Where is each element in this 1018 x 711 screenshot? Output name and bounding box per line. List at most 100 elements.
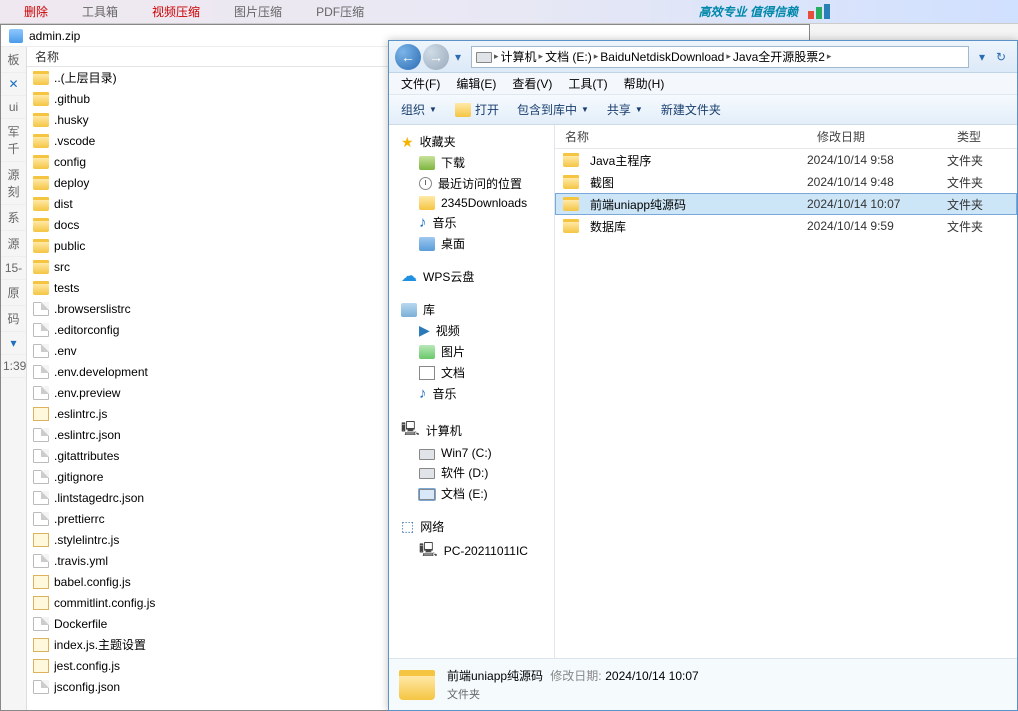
- nav-libraries[interactable]: 库: [389, 299, 554, 320]
- file-icon: [33, 428, 49, 442]
- nav-recent[interactable]: 最近访问的位置: [389, 173, 554, 194]
- computer-icon: 🖳: [401, 418, 420, 442]
- nav-2345[interactable]: 2345Downloads: [389, 194, 554, 212]
- nav-desktop[interactable]: 桌面: [389, 233, 554, 254]
- folder-icon: [33, 218, 49, 232]
- folder-icon: [33, 155, 49, 169]
- folder-icon: [33, 281, 49, 295]
- folder-icon: [33, 71, 49, 85]
- folder-icon: [419, 196, 435, 210]
- navigation-pane: ★收藏夹 下载 最近访问的位置 2345Downloads ♪音乐 桌面 ☁WP…: [389, 125, 555, 658]
- nav-pictures[interactable]: 图片: [389, 341, 554, 362]
- drive-icon: [419, 449, 435, 460]
- background-app-toolbar: 删除 工具箱 视频压缩 图片压缩 PDF压缩 高效专业 值得信赖: [0, 0, 1018, 24]
- tagline: 高效专业 值得信赖: [699, 3, 798, 20]
- folder-row[interactable]: 前端uniapp纯源码 2024/10/14 10:07文件夹: [555, 193, 1017, 215]
- nav-drive-e[interactable]: 文档 (E:): [389, 483, 554, 504]
- folder-type: 文件夹: [947, 196, 1017, 213]
- folder-type: 文件夹: [947, 218, 1017, 235]
- file-icon: [33, 617, 49, 631]
- open-button[interactable]: 打开: [455, 101, 499, 118]
- folder-icon: [33, 260, 49, 274]
- menu-help[interactable]: 帮助(H): [624, 75, 665, 92]
- details-pane: 前端uniapp纯源码 修改日期: 2024/10/14 10:07 文件夹: [389, 658, 1017, 710]
- nav-drive-c[interactable]: Win7 (C:): [389, 444, 554, 462]
- folder-name: 前端uniapp纯源码: [590, 196, 686, 213]
- file-icon: [33, 491, 49, 505]
- nav-music[interactable]: ♪音乐: [389, 212, 554, 233]
- folder-icon: [33, 176, 49, 190]
- folder-name: Java主程序: [590, 152, 651, 169]
- zip-icon: [9, 29, 23, 43]
- breadcrumb-seg: BaiduNetdiskDownload▸: [600, 50, 731, 64]
- forward-button[interactable]: →: [423, 44, 449, 70]
- archive-left-strip: 板 ✕ ui 军千 源刻 系 源 15- 原 码 ▾ 1:39: [1, 47, 27, 710]
- toolbar-toolbox[interactable]: 工具箱: [82, 3, 118, 20]
- nav-network[interactable]: ⬚网络: [389, 516, 554, 537]
- folder-icon: [563, 175, 579, 189]
- folder-date: 2024/10/14 10:07: [807, 197, 947, 211]
- folder-row[interactable]: Java主程序2024/10/14 9:58文件夹: [555, 149, 1017, 171]
- folder-icon: [563, 219, 579, 233]
- content-pane: 名称 修改日期 类型 Java主程序2024/10/14 9:58文件夹截图20…: [555, 125, 1017, 658]
- toolbar-image[interactable]: 图片压缩: [234, 3, 282, 20]
- col-type[interactable]: 类型: [947, 128, 1017, 145]
- menu-tools[interactable]: 工具(T): [568, 75, 607, 92]
- picture-icon: [419, 345, 435, 359]
- js-icon: [33, 575, 49, 589]
- toolbar-pdf[interactable]: PDF压缩: [316, 3, 364, 20]
- toolbar-video[interactable]: 视频压缩: [152, 3, 200, 20]
- star-icon: ★: [401, 135, 414, 149]
- nav-favorites[interactable]: ★收藏夹: [389, 131, 554, 152]
- share-button[interactable]: 共享▼: [607, 101, 643, 118]
- refresh-button[interactable]: ↻: [991, 50, 1011, 64]
- cloud-icon: ☁: [401, 271, 417, 283]
- nav-history-dropdown[interactable]: ▾: [451, 50, 465, 64]
- archive-title-text: admin.zip: [29, 29, 80, 43]
- file-icon: [33, 344, 49, 358]
- nav-computer[interactable]: 🖳计算机: [389, 416, 554, 444]
- folder-row[interactable]: 截图2024/10/14 9:48文件夹: [555, 171, 1017, 193]
- folder-name: 数据库: [590, 218, 626, 235]
- folder-icon: [33, 197, 49, 211]
- nav-pc[interactable]: 🖳PC-20211011IC: [389, 537, 554, 565]
- drive-icon: [476, 52, 492, 63]
- newfolder-button[interactable]: 新建文件夹: [661, 101, 721, 118]
- computer-icon: 🖳: [419, 539, 438, 563]
- nav-drive-d[interactable]: 软件 (D:): [389, 462, 554, 483]
- breadcrumb-seg: 计算机▸: [501, 48, 544, 65]
- toolbar-delete[interactable]: 删除: [24, 3, 48, 20]
- video-icon: ▶: [419, 322, 430, 339]
- organize-button[interactable]: 组织▼: [401, 101, 437, 118]
- folder-row[interactable]: 数据库 2024/10/14 9:59文件夹: [555, 215, 1017, 237]
- back-button[interactable]: ←: [395, 44, 421, 70]
- music-icon: ♪: [419, 217, 427, 229]
- folder-icon: [33, 239, 49, 253]
- document-icon: [419, 366, 435, 380]
- folder-icon: [563, 197, 579, 211]
- file-icon: [33, 386, 49, 400]
- addr-dropdown[interactable]: ▾: [975, 50, 989, 64]
- menu-view[interactable]: 查看(V): [512, 75, 552, 92]
- nav-music2[interactable]: ♪音乐: [389, 383, 554, 404]
- drive-icon: [419, 489, 435, 500]
- desktop-icon: [419, 237, 435, 251]
- js-icon: [33, 407, 49, 421]
- menu-file[interactable]: 文件(F): [401, 75, 440, 92]
- explorer-menubar: 文件(F) 编辑(E) 查看(V) 工具(T) 帮助(H): [389, 73, 1017, 95]
- address-bar[interactable]: ▸ 计算机▸ 文档 (E:)▸ BaiduNetdiskDownload▸ Ja…: [471, 46, 969, 68]
- file-icon: [33, 470, 49, 484]
- explorer-window: ← → ▾ ▸ 计算机▸ 文档 (E:)▸ BaiduNetdiskDownlo…: [388, 40, 1018, 711]
- nav-downloads[interactable]: 下载: [389, 152, 554, 173]
- nav-documents[interactable]: 文档: [389, 362, 554, 383]
- dropdown-icon[interactable]: ▾: [1, 332, 26, 355]
- drive-icon: [419, 468, 435, 479]
- include-button[interactable]: 包含到库中▼: [517, 101, 589, 118]
- menu-edit[interactable]: 编辑(E): [456, 75, 496, 92]
- col-date[interactable]: 修改日期: [807, 128, 947, 145]
- col-name[interactable]: 名称: [555, 128, 807, 145]
- breadcrumb-seg: Java全开源股票2▸: [733, 48, 832, 65]
- nav-wps[interactable]: ☁WPS云盘: [389, 266, 554, 287]
- folder-date: 2024/10/14 9:59: [807, 219, 947, 233]
- nav-videos[interactable]: ▶视频: [389, 320, 554, 341]
